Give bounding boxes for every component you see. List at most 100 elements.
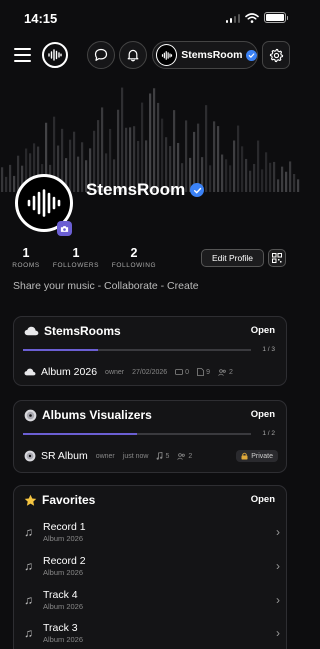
members-value: 2 bbox=[188, 452, 193, 460]
favorite-title: Record 2 bbox=[43, 555, 86, 567]
banner-bar bbox=[141, 102, 144, 192]
banner-bar bbox=[285, 171, 288, 192]
edit-profile-button[interactable]: Edit Profile bbox=[201, 249, 264, 267]
item-title: Album 2026 bbox=[41, 366, 98, 378]
favorite-item[interactable]: ♫ Track 4 Album 2026 › bbox=[24, 589, 280, 613]
cloud-icon bbox=[24, 326, 39, 336]
waveform-icon bbox=[48, 49, 62, 61]
messages-button[interactable] bbox=[87, 41, 115, 69]
favorites-open-button[interactable]: Open bbox=[251, 494, 275, 505]
status-icons bbox=[225, 12, 288, 23]
notifications-button[interactable] bbox=[119, 41, 147, 69]
profile-name-text: StemsRoom bbox=[86, 180, 186, 199]
visualizer-item[interactable]: SR Album owner just now 5 2 Private bbox=[24, 447, 278, 465]
bell-icon bbox=[127, 49, 139, 62]
banner-bar bbox=[9, 164, 12, 192]
card-title-text: Albums Visualizers bbox=[42, 408, 152, 422]
members-count: 2 bbox=[218, 369, 233, 376]
banner-bar bbox=[257, 140, 260, 192]
banner-bar bbox=[81, 142, 84, 192]
battery-icon bbox=[264, 12, 288, 23]
messages-count: 0 bbox=[175, 369, 189, 376]
members-count: 2 bbox=[177, 453, 192, 460]
stemsroom-item[interactable]: Album 2026 owner 27/02/2026 0 9 2 bbox=[24, 363, 278, 381]
favorite-item[interactable]: ♫ Record 1 Album 2026 › bbox=[24, 521, 280, 545]
banner-bar bbox=[217, 126, 220, 192]
stat-label: FOLLOWING bbox=[111, 262, 157, 269]
stat-value: 1 bbox=[72, 246, 80, 260]
change-avatar-button[interactable] bbox=[57, 221, 72, 236]
card-title: Albums Visualizers bbox=[24, 408, 152, 422]
chat-icon bbox=[94, 48, 108, 61]
verified-icon bbox=[190, 183, 205, 197]
waveform-icon bbox=[27, 189, 61, 217]
qr-code-button[interactable] bbox=[268, 249, 286, 267]
banner-bar bbox=[233, 140, 236, 192]
banner-bar bbox=[225, 159, 228, 192]
banner-bar bbox=[1, 167, 4, 192]
favorite-subtitle: Album 2026 bbox=[43, 635, 84, 644]
top-nav: StemsRoom bbox=[0, 40, 300, 72]
stat-rooms[interactable]: 1 ROOMS bbox=[12, 246, 40, 269]
chip-username: StemsRoom bbox=[181, 49, 243, 61]
chevron-right-icon: › bbox=[276, 626, 280, 640]
favorite-item[interactable]: ♫ Track 3 Album 2026 › bbox=[24, 622, 280, 646]
stat-following[interactable]: 2 FOLLOWING bbox=[110, 246, 158, 269]
visualizers-open-button[interactable]: Open bbox=[251, 409, 275, 420]
visualizers-card: Albums Visualizers Open 1 / 2 SR Album o… bbox=[13, 400, 287, 473]
users-icon bbox=[218, 368, 226, 376]
qr-code-icon bbox=[272, 253, 282, 263]
banner-bar bbox=[253, 163, 256, 192]
progress-fill bbox=[23, 349, 99, 351]
item-role: owner bbox=[105, 368, 125, 376]
banner-bar bbox=[265, 152, 268, 192]
chevron-right-icon: › bbox=[276, 525, 280, 539]
banner-bar bbox=[77, 156, 80, 192]
stemsrooms-open-button[interactable]: Open bbox=[251, 325, 275, 336]
user-menu-chip[interactable]: StemsRoom bbox=[152, 41, 258, 69]
signal-icon bbox=[225, 13, 240, 23]
banner-bar bbox=[121, 87, 124, 192]
banner-bar bbox=[249, 170, 252, 192]
settings-button[interactable] bbox=[262, 41, 290, 69]
card-title-text: StemsRooms bbox=[44, 324, 121, 338]
item-date: 27/02/2026 bbox=[132, 368, 168, 376]
card-title-text: Favorites bbox=[42, 493, 96, 507]
stemsrooms-card: StemsRooms Open 1 / 3 Album 2026 owner 2… bbox=[13, 316, 287, 386]
disc-icon bbox=[24, 450, 36, 462]
banner-bar bbox=[269, 162, 272, 192]
gear-icon bbox=[269, 48, 283, 62]
music-note-icon: ♫ bbox=[24, 593, 33, 607]
banner-bar bbox=[205, 105, 208, 192]
stat-label: ROOMS bbox=[12, 262, 40, 269]
banner-bar bbox=[281, 166, 284, 192]
visualizers-page-count: 1 / 2 bbox=[262, 430, 275, 437]
lock-icon bbox=[241, 452, 248, 460]
favorite-item[interactable]: ♫ Record 2 Album 2026 › bbox=[24, 555, 280, 579]
banner-bar bbox=[229, 165, 232, 192]
item-title: SR Album bbox=[41, 450, 88, 462]
stemsrooms-page-count: 1 / 3 bbox=[262, 346, 275, 353]
stat-value: 2 bbox=[130, 246, 138, 260]
logo-button[interactable] bbox=[42, 42, 68, 68]
profile-tagline: Share your music - Collaborate - Create bbox=[13, 280, 199, 292]
users-icon bbox=[177, 452, 186, 460]
item-date: just now bbox=[122, 452, 149, 460]
private-badge: Private bbox=[236, 450, 278, 462]
status-time: 14:15 bbox=[24, 11, 58, 26]
music-note-icon: ♫ bbox=[24, 559, 33, 573]
banner-bar bbox=[237, 125, 240, 192]
banner-bar bbox=[157, 102, 160, 192]
banner-bar bbox=[261, 169, 264, 192]
banner-bar bbox=[221, 154, 224, 192]
messages-value: 0 bbox=[185, 368, 190, 376]
stat-label: FOLLOWERS bbox=[52, 262, 100, 269]
banner-bar bbox=[69, 139, 72, 192]
menu-icon[interactable] bbox=[14, 48, 31, 62]
cloud-icon bbox=[24, 368, 36, 376]
favorite-title: Track 3 bbox=[43, 622, 78, 634]
banner-bar bbox=[297, 179, 300, 192]
banner-bar bbox=[149, 93, 152, 192]
stat-followers[interactable]: 1 FOLLOWERS bbox=[52, 246, 100, 269]
card-title: StemsRooms bbox=[24, 324, 121, 338]
